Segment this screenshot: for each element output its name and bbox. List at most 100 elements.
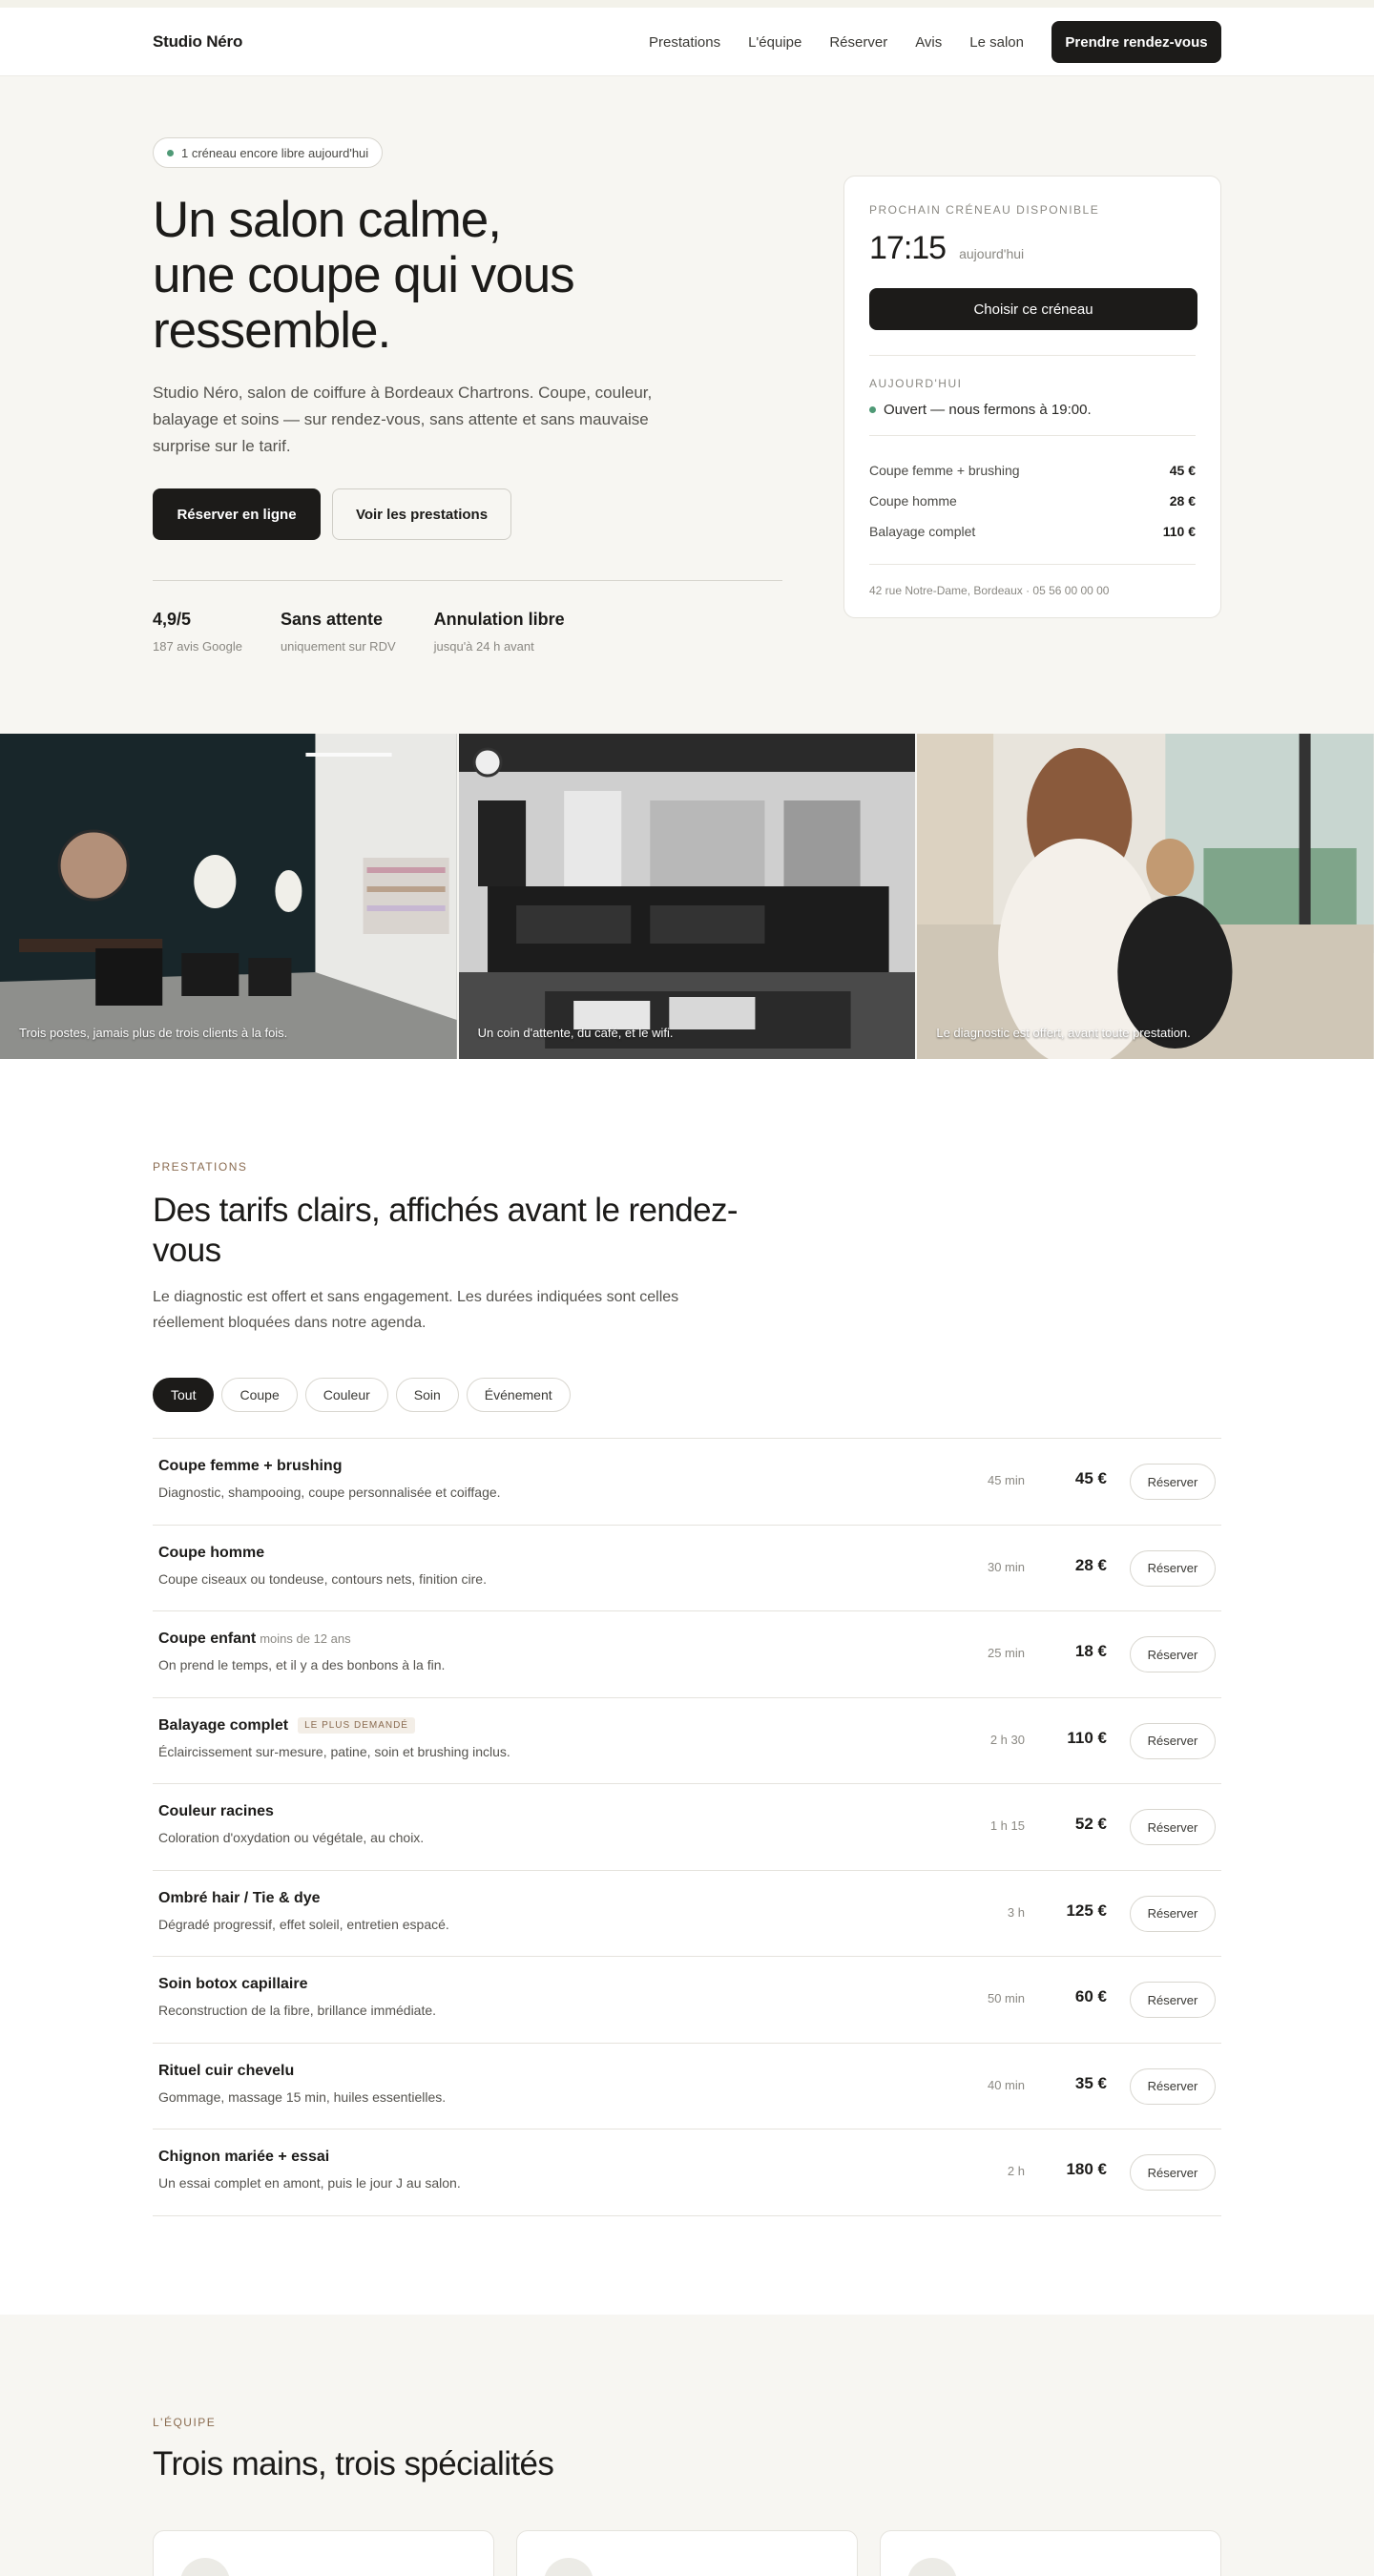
service-description: Dégradé progressif, effet soleil, entret… (158, 1916, 449, 1932)
salon-address: 42 rue Notre-Dame, Bordeaux · 05 56 00 0… (869, 584, 1110, 597)
status-dot-icon (167, 149, 174, 156)
book-service-button[interactable]: Réserver (1130, 1809, 1216, 1845)
stat-label: uniquement sur RDV (280, 639, 396, 654)
hero-buttons: Réserver en ligne Voir les prestations (153, 488, 782, 540)
divider (869, 355, 1196, 356)
service-duration: 45 min (987, 1473, 1025, 1487)
service-row: Soin botox capillaire Reconstruction de l… (153, 1957, 1221, 2044)
open-dot-icon (869, 406, 876, 413)
team-card[interactable] (153, 2530, 494, 2576)
price-row: Coupe femme + brushing 45 € (869, 455, 1196, 486)
filter-all[interactable]: Tout (153, 1378, 215, 1412)
hero-title-line-2: une coupe qui vous (153, 247, 575, 303)
gallery-caption: Trois postes, jamais plus de trois clien… (19, 1026, 288, 1040)
service-row: Ombré hair / Tie & dye Dégradé progressif… (153, 1871, 1221, 1957)
slot-time-row: 17:15 aujourd'hui (869, 230, 1196, 267)
today-label: Aujourd'hui (869, 377, 963, 390)
service-name-text: Coupe enfant (158, 1631, 257, 1647)
service-description: Un essai complet en amont, puis le jour … (158, 2175, 461, 2191)
avatar (180, 2558, 230, 2576)
service-duration: 2 h (1007, 2164, 1025, 2178)
service-price: 35 € (1074, 2073, 1107, 2092)
book-service-button[interactable]: Réserver (1130, 1895, 1216, 1932)
book-service-button[interactable]: Réserver (1130, 2154, 1216, 2191)
book-service-button[interactable]: Réserver (1130, 1636, 1216, 1672)
service-description: Reconstruction de la fibre, brillance im… (158, 2003, 437, 2018)
filter-couleur[interactable]: Couleur (304, 1378, 388, 1412)
divider (869, 435, 1196, 436)
stat-label: 187 avis Google (153, 639, 242, 654)
gallery-caption: Un coin d'attente, du café, et le wifi. (477, 1026, 674, 1040)
book-service-button[interactable]: Réserver (1130, 1549, 1216, 1587)
services-title: Des tarifs clairs, affichés avant le ren… (153, 1192, 739, 1269)
diagnostic-image (917, 734, 1374, 1059)
service-price: 28 € (1074, 1555, 1107, 1574)
see-services-button[interactable]: Voir les prestations (332, 488, 511, 540)
nav-link-avis[interactable]: Avis (915, 34, 942, 51)
team-card[interactable] (880, 2530, 1221, 2576)
book-service-button[interactable]: Réserver (1130, 1464, 1216, 1500)
price-row-name: Coupe homme (869, 493, 957, 509)
price-row-name: Balayage complet (869, 524, 976, 539)
service-duration: 1 h 15 (989, 1818, 1025, 1833)
service-name-text: Rituel cuir chevelu (158, 2062, 295, 2079)
availability-badge: 1 créneau encore libre aujourd'hui (153, 137, 384, 168)
nav-link-reserver[interactable]: Réserver (829, 34, 887, 51)
service-row: Couleur racines Coloration d'oxydation ou… (153, 1784, 1221, 1871)
avatar (907, 2558, 957, 2576)
service-price: 45 € (1074, 1469, 1107, 1487)
service-duration: 50 min (987, 1991, 1025, 2005)
service-name: Soin botox capillaire (158, 1976, 307, 1993)
book-online-button[interactable]: Réserver en ligne (153, 488, 321, 540)
service-duration: 2 h 30 (989, 1732, 1025, 1747)
nav-link-prestations[interactable]: Prestations (649, 34, 720, 51)
hero-title-line-1: Un salon calme, (153, 192, 502, 248)
service-row: Coupe enfant moins de 12 ans On prend le t… (153, 1611, 1221, 1698)
service-name-text: Balayage complet (158, 1716, 289, 1734)
services-section: Prestations Des tarifs clairs, affichés … (0, 1059, 1374, 2315)
service-name: Couleur racines (158, 1803, 274, 1820)
filter-evenement[interactable]: Événement (466, 1378, 571, 1412)
gallery-photo-diagnostic: Le diagnostic est offert, avant toute pr… (917, 734, 1374, 1059)
service-duration: 3 h (1007, 1904, 1025, 1920)
filter-coupe[interactable]: Coupe (221, 1378, 298, 1412)
choose-slot-button[interactable]: Choisir ce créneau (869, 288, 1197, 330)
service-duration: 25 min (987, 1646, 1025, 1660)
service-description: Gommage, massage 15 min, huiles essentie… (158, 2088, 447, 2105)
nav-link-salon[interactable]: Le salon (969, 34, 1024, 51)
service-row: Coupe femme + brushing Diagnostic, shampo… (153, 1439, 1221, 1526)
salon-stations-image (0, 734, 457, 1059)
price-row-value: 28 € (1169, 493, 1196, 509)
service-name: Rituel cuir chevelu (158, 2063, 294, 2080)
service-price: 52 € (1074, 1815, 1107, 1833)
availability-text: 1 créneau encore libre aujourd'hui (181, 145, 369, 160)
brand-logo[interactable]: Studio Néro (153, 32, 242, 52)
gallery-photo-waiting: Un coin d'attente, du café, et le wifi. (458, 734, 918, 1059)
book-service-button[interactable]: Réserver (1130, 2067, 1216, 2105)
open-status: Ouvert — nous fermons à 19:00. (869, 402, 1196, 418)
team-card[interactable] (516, 2530, 858, 2576)
price-row-value: 110 € (1162, 524, 1196, 539)
team-eyebrow: L'équipe (153, 2416, 217, 2429)
stat-rating: 4,9/5 187 avis Google (153, 610, 242, 654)
stat-no-wait: Sans attente uniquement sur RDV (281, 610, 396, 654)
service-name-text: Ombré hair / Tie & dye (158, 1889, 321, 1906)
price-row: Balayage complet 110 € (869, 516, 1196, 547)
stat-value: Annulation libre (433, 610, 565, 629)
nav-link-equipe[interactable]: L'équipe (748, 34, 802, 51)
service-price: 18 € (1074, 1642, 1107, 1660)
service-filters: Tout Coupe Couleur Soin Événement (153, 1378, 578, 1412)
book-service-button[interactable]: Réserver (1130, 1982, 1216, 2018)
nav-book-button[interactable]: Prendre rendez-vous (1051, 21, 1221, 63)
top-nav: Studio Néro Prestations L'équipe Réserve… (0, 8, 1374, 76)
service-name-text: Coupe homme (158, 1544, 265, 1561)
service-list: Coupe femme + brushing Diagnostic, shampo… (153, 1438, 1221, 2216)
book-service-button[interactable]: Réserver (1130, 1722, 1216, 1759)
service-name: Balayage complet Le plus demandé (158, 1716, 415, 1735)
slot-day: aujourd'hui (959, 246, 1025, 261)
filter-soin[interactable]: Soin (395, 1378, 459, 1412)
price-row-name: Coupe femme + brushing (869, 463, 1020, 478)
service-name: Coupe femme + brushing (158, 1458, 342, 1475)
salon-gallery: Trois postes, jamais plus de trois clien… (0, 734, 1374, 1059)
service-duration: 40 min (987, 2077, 1025, 2092)
